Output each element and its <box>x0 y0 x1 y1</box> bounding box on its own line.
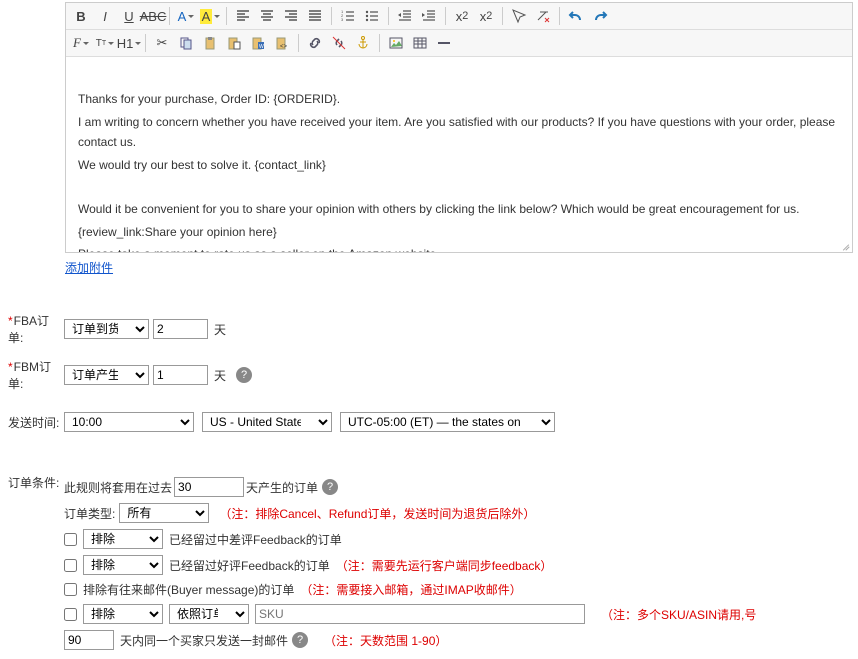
editor-line <box>78 67 840 87</box>
help-icon[interactable]: ? <box>236 367 252 383</box>
order-type-note: （注：排除Cancel、Refund订单，发送时间为退货后除外） <box>219 505 535 522</box>
table-button[interactable] <box>409 32 431 54</box>
paste-button[interactable] <box>199 32 221 54</box>
sendtime-country-select[interactable]: US - United States <box>202 412 332 432</box>
cond4-checkbox[interactable] <box>64 608 77 621</box>
paste-word-button[interactable]: W <box>247 32 269 54</box>
heading-button[interactable]: H1 <box>118 32 140 54</box>
form-area: FBA订单: 订单到货后 天 FBM订单: 订单产生后 天 ? 发送时间: 10… <box>0 306 858 659</box>
order-type-label: 订单类型: <box>64 505 115 522</box>
font-color-button[interactable]: A <box>175 5 197 27</box>
sku-input[interactable] <box>255 604 585 624</box>
editor-line: Would it be convenient for you to share … <box>78 199 840 219</box>
days-limit-input[interactable] <box>64 630 114 650</box>
cond1-checkbox[interactable] <box>64 533 77 546</box>
unlink-button[interactable] <box>328 32 350 54</box>
attach-area: 添加附件 <box>65 259 858 276</box>
cond4-by-select[interactable]: 依照订单 <box>169 604 249 624</box>
fbm-days-input[interactable] <box>153 365 208 385</box>
cut-button[interactable]: ✂ <box>151 32 173 54</box>
undo-button[interactable] <box>565 5 587 27</box>
cond2-select[interactable]: 排除 <box>83 555 163 575</box>
rule-prefix: 此规则将套用在过去 <box>64 479 172 496</box>
rich-text-editor: B I U ABC A A 123 x2 x2 F TT H1 ✂ <box>65 2 853 253</box>
toolbar-row-2: F TT H1 ✂ W <> <box>66 30 852 57</box>
align-center-button[interactable] <box>256 5 278 27</box>
resize-handle-icon[interactable] <box>838 238 850 250</box>
fbm-label: FBM订单: <box>8 358 64 392</box>
italic-button[interactable]: I <box>94 5 116 27</box>
help-icon[interactable]: ? <box>322 479 338 495</box>
image-button[interactable] <box>385 32 407 54</box>
bold-button[interactable]: B <box>70 5 92 27</box>
font-size-button[interactable]: TT <box>94 32 116 54</box>
fba-days-input[interactable] <box>153 319 208 339</box>
outdent-button[interactable] <box>394 5 416 27</box>
copy-button[interactable] <box>175 32 197 54</box>
align-justify-button[interactable] <box>304 5 326 27</box>
toolbar-row-1: B I U ABC A A 123 x2 x2 <box>66 3 852 30</box>
fba-label: FBA订单: <box>8 312 64 346</box>
cond1-text: 已经留过中差评Feedback的订单 <box>169 531 342 548</box>
align-left-button[interactable] <box>232 5 254 27</box>
rule-days-input[interactable] <box>174 477 244 497</box>
superscript-button[interactable]: x2 <box>451 5 473 27</box>
svg-text:W: W <box>259 44 264 50</box>
cond2-checkbox[interactable] <box>64 559 77 572</box>
editor-line: We would try our best to solve it. {cont… <box>78 155 840 175</box>
add-attachment-link[interactable]: 添加附件 <box>65 261 113 275</box>
sendtime-time-select[interactable]: 10:00 <box>64 412 194 432</box>
ordered-list-button[interactable]: 123 <box>337 5 359 27</box>
order-type-select[interactable]: 所有 <box>119 503 209 523</box>
cond5-text: 天内同一个买家只发送一封邮件 <box>120 632 288 649</box>
align-right-button[interactable] <box>280 5 302 27</box>
select-all-button[interactable] <box>508 5 530 27</box>
editor-line: {review_link:Share your opinion here} <box>78 222 840 242</box>
editor-line <box>78 177 840 197</box>
cond5-note: （注：天数范围 1-90） <box>324 632 447 649</box>
fbm-when-select[interactable]: 订单产生后 <box>64 365 149 385</box>
underline-button[interactable]: U <box>118 5 140 27</box>
cond4-select[interactable]: 排除 <box>83 604 163 624</box>
redo-button[interactable] <box>589 5 611 27</box>
fbm-unit: 天 <box>214 367 226 384</box>
clear-format-button[interactable] <box>532 5 554 27</box>
anchor-button[interactable] <box>352 32 374 54</box>
paste-text-button[interactable] <box>223 32 245 54</box>
cond3-checkbox[interactable] <box>64 583 77 596</box>
paste-html-button[interactable]: <> <box>271 32 293 54</box>
editor-content[interactable]: Thanks for your purchase, Order ID: {ORD… <box>66 57 852 252</box>
hr-button[interactable] <box>433 32 455 54</box>
editor-line: Please take a moment to rate us as a sel… <box>78 244 840 252</box>
cond2-text: 已经留过好评Feedback的订单 <box>169 557 330 574</box>
editor-line: I am writing to concern whether you have… <box>78 112 840 153</box>
cond4-note: （注：多个SKU/ASIN请用,号 <box>601 606 756 623</box>
svg-text:<>: <> <box>280 44 288 50</box>
strikethrough-button[interactable]: ABC <box>142 5 164 27</box>
conditions-label: 订单条件: <box>8 474 64 491</box>
cond2-note: （注：需要先运行客户端同步feedback） <box>336 557 553 574</box>
editor-line: Thanks for your purchase, Order ID: {ORD… <box>78 89 840 109</box>
link-button[interactable] <box>304 32 326 54</box>
subscript-button[interactable]: x2 <box>475 5 497 27</box>
cond1-select[interactable]: 排除 <box>83 529 163 549</box>
svg-text:3: 3 <box>341 17 344 22</box>
fba-when-select[interactable]: 订单到货后 <box>64 319 149 339</box>
highlight-color-button[interactable]: A <box>199 5 221 27</box>
help-icon[interactable]: ? <box>292 632 308 648</box>
sendtime-label: 发送时间: <box>8 414 64 431</box>
fba-unit: 天 <box>214 321 226 338</box>
indent-button[interactable] <box>418 5 440 27</box>
font-family-button[interactable]: F <box>70 32 92 54</box>
rule-suffix: 天产生的订单 <box>246 479 318 496</box>
sendtime-tz-select[interactable]: UTC-05:00 (ET) — the states on the Atla <box>340 412 555 432</box>
cond3-text: 排除有往来邮件(Buyer message)的订单 <box>83 581 294 598</box>
cond3-note: （注：需要接入邮箱，通过IMAP收邮件） <box>300 581 521 598</box>
unordered-list-button[interactable] <box>361 5 383 27</box>
